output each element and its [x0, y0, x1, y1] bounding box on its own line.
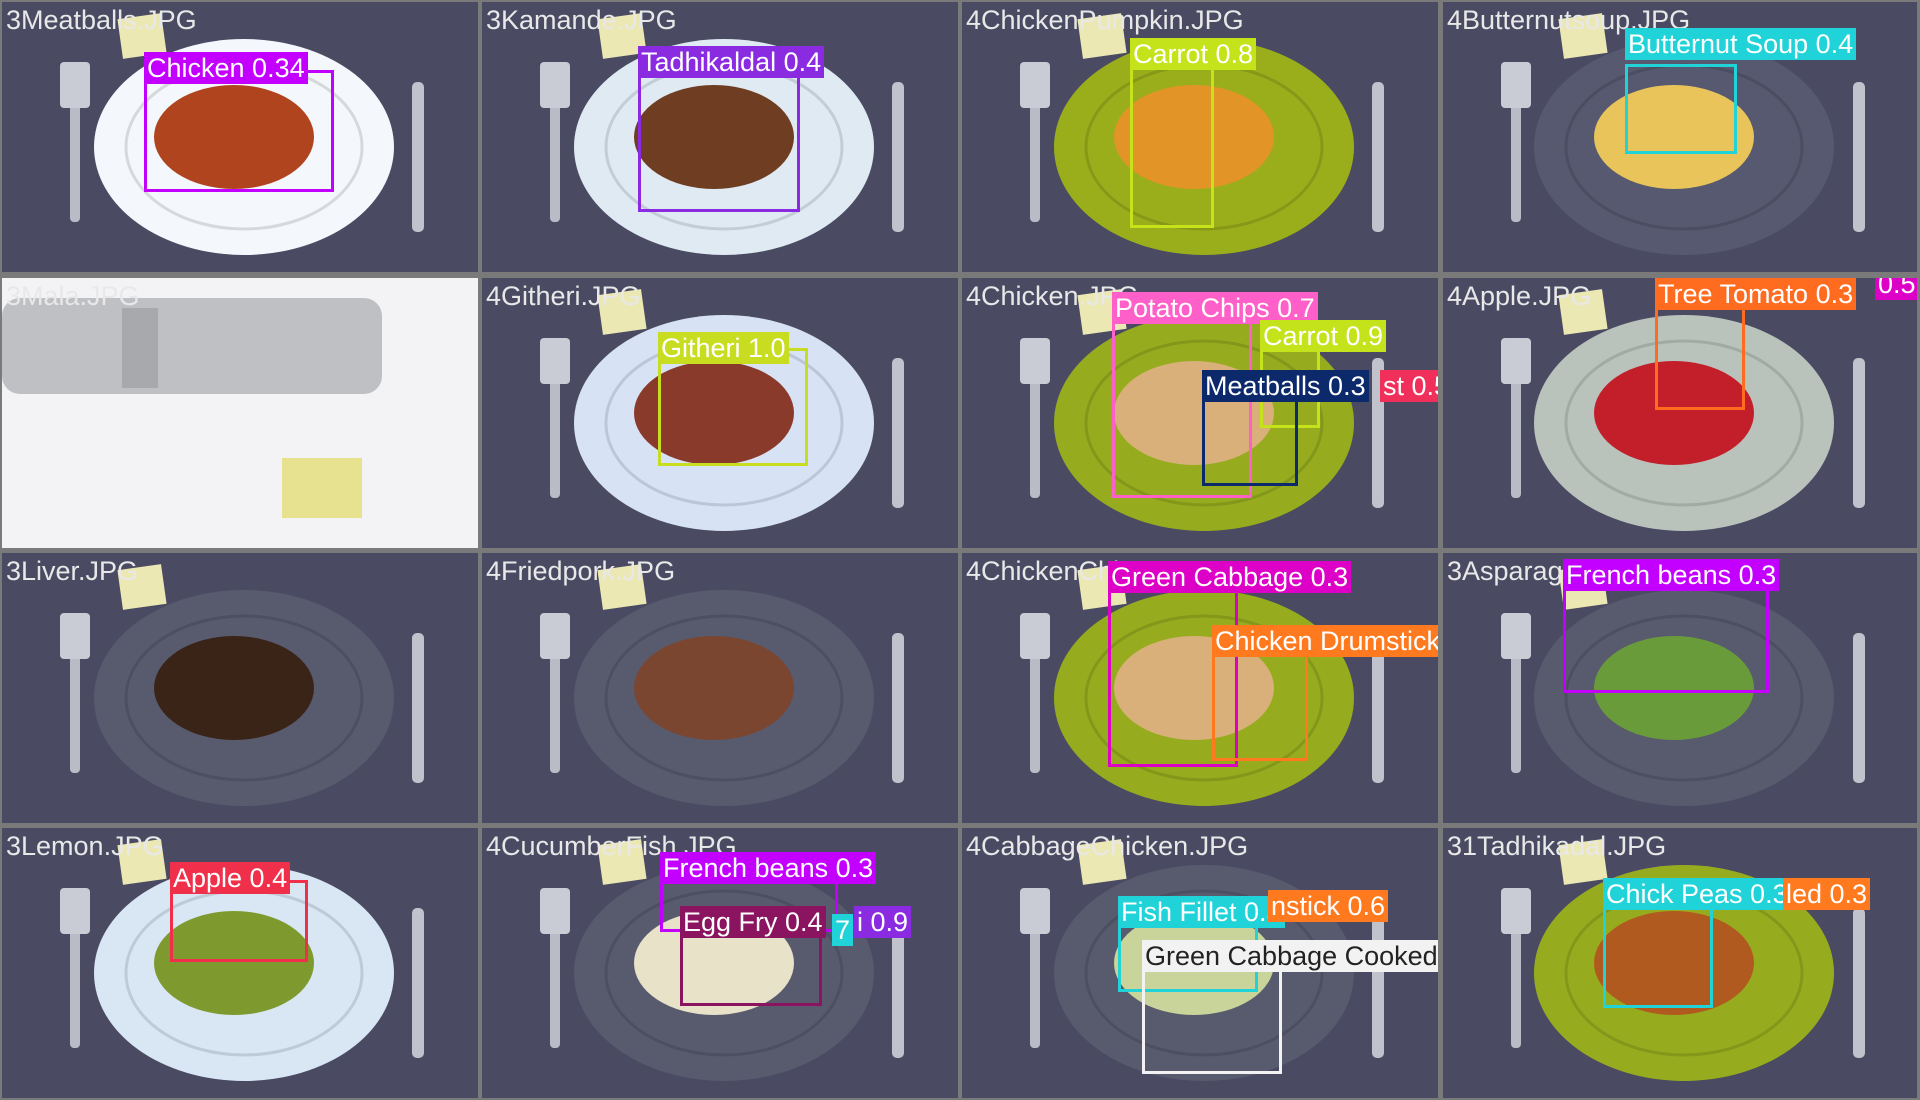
detection-box — [638, 62, 800, 212]
image-filename: 4ChickenPumpkin.JPG — [966, 5, 1244, 35]
detection-results-grid: 3Meatballs.JPG Chicken 0.34 3Kamande.JPG Ta… — [0, 0, 1920, 1100]
image-filename: 31Tadhikadal.JPG — [1447, 831, 1667, 861]
detection-label: Carrot 0.9 — [1260, 320, 1387, 352]
result-tile: 4Friedpork.JPG — [482, 553, 958, 823]
fork-tines — [1020, 888, 1050, 934]
result-tile: 4ChickenChips.JPG Green Cabbage 0.3 Chicke… — [962, 553, 1438, 823]
glass-rim — [122, 308, 158, 388]
result-tile: 3Liver.JPG — [2, 553, 478, 823]
result-tile: 4Githeri.JPG Githeri 1.0 — [482, 278, 958, 548]
result-tile: 4CucumberFish.JPG French beans 0.3 Egg Fry… — [482, 828, 958, 1098]
milk-glass — [2, 298, 382, 394]
image-filename: 3Kamande.JPG — [486, 5, 677, 35]
detection-label: Githeri 1.0 — [658, 332, 789, 364]
detection-box — [658, 348, 808, 466]
detection-label: nstick 0.6 — [1268, 890, 1389, 922]
result-tile: 4Chicken.JPG Potato Chips 0.7 Carrot 0.9 Me… — [962, 278, 1438, 548]
knife-icon — [892, 358, 904, 508]
detection-label: French beans 0.3 — [660, 852, 877, 884]
food — [634, 636, 794, 740]
result-tile: 4Apple.JPG Tree Tomato 0.3 0.5 — [1443, 278, 1917, 548]
result-tile: 4Butternutsoup.JPG Butternut Soup 0.4 — [1443, 2, 1917, 272]
knife-icon — [412, 633, 424, 783]
image-filename: 4Apple.JPG — [1447, 281, 1592, 311]
result-tile: 3Kamande.JPG Tadhikaldal 0.4 — [482, 2, 958, 272]
result-tile: 3Lemon.JPG Apple 0.4 — [2, 828, 478, 1098]
knife-icon — [1853, 82, 1865, 232]
food-photo — [2, 553, 478, 823]
fork-tines — [1020, 338, 1050, 384]
fork-tines — [60, 613, 90, 659]
knife-icon — [1853, 358, 1865, 508]
knife-icon — [892, 633, 904, 783]
detection-label: Green Cabbage 0.3 — [1108, 561, 1352, 593]
detection-label: 0.5 — [1875, 278, 1917, 300]
knife-icon — [1372, 908, 1384, 1058]
knife-icon — [412, 908, 424, 1058]
food-photo — [2, 278, 478, 548]
fork-tines — [540, 888, 570, 934]
detection-label: Butternut Soup 0.4 — [1625, 28, 1857, 60]
detection-box — [1603, 896, 1713, 1008]
fork-tines — [540, 62, 570, 108]
detection-label: i 0.9 — [854, 906, 912, 938]
detection-label: Meatballs 0.3 — [1202, 370, 1369, 402]
detection-label: Fish Fillet 0.3 — [1118, 896, 1285, 928]
fork-tines — [540, 613, 570, 659]
detection-box — [1655, 298, 1745, 410]
fork-tines — [60, 888, 90, 934]
fork-tines — [60, 62, 90, 108]
detection-label: Tree Tomato 0.3 — [1655, 278, 1857, 310]
result-tile: 3Mala.JPG — [2, 278, 478, 548]
image-filename: 3Meatballs.JPG — [6, 5, 197, 35]
fork-tines — [540, 338, 570, 384]
detection-label: Carrot 0.8 — [1130, 38, 1257, 70]
knife-icon — [1853, 908, 1865, 1058]
image-filename: 3Lemon.JPG — [6, 831, 164, 861]
detection-box — [1212, 641, 1308, 761]
detection-box — [1563, 577, 1769, 693]
detection-label: Chicken Drumstick 0.3 — [1212, 625, 1438, 657]
detection-label: French beans 0.3 — [1563, 559, 1780, 591]
image-filename: 4CabbageChicken.JPG — [966, 831, 1249, 861]
food-photo — [482, 553, 958, 823]
knife-icon — [412, 82, 424, 232]
image-filename: 4Githeri.JPG — [486, 281, 641, 311]
sticky-note — [282, 458, 362, 518]
detection-label: 7 — [832, 914, 854, 946]
fork-tines — [1020, 62, 1050, 108]
detection-label: Chicken 0.34 — [144, 52, 308, 84]
detection-label: led 0.3 — [1783, 878, 1871, 910]
result-tile: 3Meatballs.JPG Chicken 0.34 — [2, 2, 478, 272]
fork-tines — [1501, 62, 1531, 108]
result-tile: 31Tadhikadal.JPG Chick Peas 0.3 led 0.3 — [1443, 828, 1917, 1098]
fork-tines — [1501, 613, 1531, 659]
result-tile: 4ChickenPumpkin.JPG Carrot 0.8 — [962, 2, 1438, 272]
fork-tines — [1501, 338, 1531, 384]
detection-label: st 0.5 — [1380, 370, 1438, 402]
result-tile: 4CabbageChicken.JPG Fish Fillet 0.3 nstick… — [962, 828, 1438, 1098]
knife-icon — [892, 82, 904, 232]
knife-icon — [1853, 633, 1865, 783]
detection-label: Tadhikaldal 0.4 — [638, 46, 825, 78]
result-tile: 3Asparagus.JPG French beans 0.3 — [1443, 553, 1917, 823]
detection-box — [144, 70, 334, 192]
fork-tines — [1020, 613, 1050, 659]
image-filename: 4Friedpork.JPG — [486, 556, 676, 586]
image-filename: 3Liver.JPG — [6, 556, 139, 586]
detection-box — [1142, 954, 1282, 1074]
detection-box — [1130, 60, 1214, 228]
fork-tines — [1501, 888, 1531, 934]
image-filename: 3Mala.JPG — [6, 281, 140, 311]
detection-label: Chick Peas 0.3 — [1603, 878, 1791, 910]
detection-label: Green Cabbage Cooked 1.0 — [1142, 940, 1438, 972]
detection-label: Apple 0.4 — [170, 862, 291, 894]
knife-icon — [1372, 82, 1384, 232]
detection-label: Egg Fry 0.4 — [680, 906, 826, 938]
food — [154, 636, 314, 740]
detection-box — [1625, 64, 1737, 154]
